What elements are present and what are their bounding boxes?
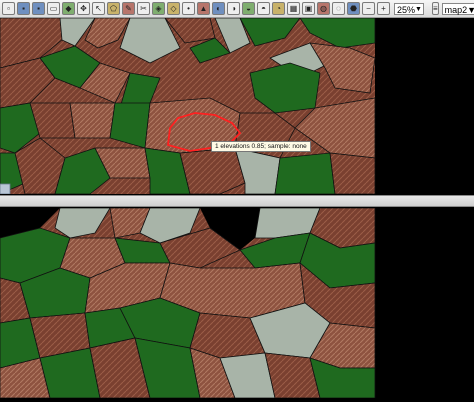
layer-icon[interactable]: ◆ xyxy=(62,2,75,15)
new-icon[interactable]: ▫ xyxy=(2,2,15,15)
zoom-in-icon[interactable]: + xyxy=(377,2,390,15)
map-outside xyxy=(375,18,474,194)
terrain-polygons xyxy=(0,208,376,398)
bottom-map-view[interactable] xyxy=(0,208,474,398)
bottom-map-canvas[interactable] xyxy=(0,208,474,398)
chevron-down-icon: ▼ xyxy=(415,5,422,13)
toolbar: ▫ ▪ ▪ ▭ ◆ ✥ ↖ ⬠ ✎ ✂ ◈ ◇ • ▲ ◐ ◑ ◒ ◓ ◔ ▦ … xyxy=(0,0,474,18)
top-map-canvas[interactable] xyxy=(0,18,474,194)
view-splitter[interactable] xyxy=(0,195,474,207)
edit-icon[interactable]: ✎ xyxy=(122,2,135,15)
tool-icon[interactable]: ◐ xyxy=(212,2,225,15)
tool-icon[interactable]: ◍ xyxy=(317,2,330,15)
print-icon[interactable]: ▭ xyxy=(47,2,60,15)
pan-icon[interactable]: ✥ xyxy=(77,2,90,15)
zoom-select[interactable]: 25% ▼ xyxy=(394,2,424,15)
select-icon[interactable]: ↖ xyxy=(92,2,105,15)
cut-icon[interactable]: ✂ xyxy=(137,2,150,15)
polygon-icon[interactable]: ⬠ xyxy=(107,2,120,15)
tool-icon[interactable]: ◒ xyxy=(242,2,255,15)
merge-icon[interactable]: ◈ xyxy=(152,2,165,15)
tool-icon[interactable]: ◔ xyxy=(272,2,285,15)
tool-icon[interactable]: ◓ xyxy=(257,2,270,15)
split-icon[interactable]: ◇ xyxy=(167,2,180,15)
zoom-value: 25% xyxy=(397,4,416,15)
save-icon[interactable]: ▪ xyxy=(32,2,45,15)
layers-panel-icon[interactable]: ≡ xyxy=(431,2,439,15)
fill-icon[interactable]: ⬣ xyxy=(347,2,360,15)
vertex-icon[interactable]: • xyxy=(182,2,195,15)
chevron-down-icon: ▼ xyxy=(467,4,474,15)
layer-value: map2 xyxy=(444,4,468,15)
tool-icon[interactable]: ◌ xyxy=(332,2,345,15)
top-map-view[interactable]: 1 elevations 0.85; sample: none xyxy=(0,18,474,194)
zoom-out-icon[interactable]: − xyxy=(362,2,375,15)
scale-handle-icon[interactable] xyxy=(0,183,11,194)
map-outside xyxy=(375,208,474,398)
elevation-tooltip: 1 elevations 0.85; sample: none xyxy=(211,141,311,152)
grid-icon[interactable]: ▦ xyxy=(287,2,300,15)
measure-icon[interactable]: ▲ xyxy=(197,2,210,15)
tool-icon[interactable]: ▣ xyxy=(302,2,315,15)
open-icon[interactable]: ▪ xyxy=(17,2,30,15)
tool-icon[interactable]: ◑ xyxy=(227,2,240,15)
toolbar-buttons: ▫ ▪ ▪ ▭ ◆ ✥ ↖ ⬠ ✎ ✂ ◈ ◇ • ▲ ◐ ◑ ◒ ◓ ◔ ▦ … xyxy=(0,0,390,17)
layer-select[interactable]: map2 ▼ xyxy=(441,2,474,15)
